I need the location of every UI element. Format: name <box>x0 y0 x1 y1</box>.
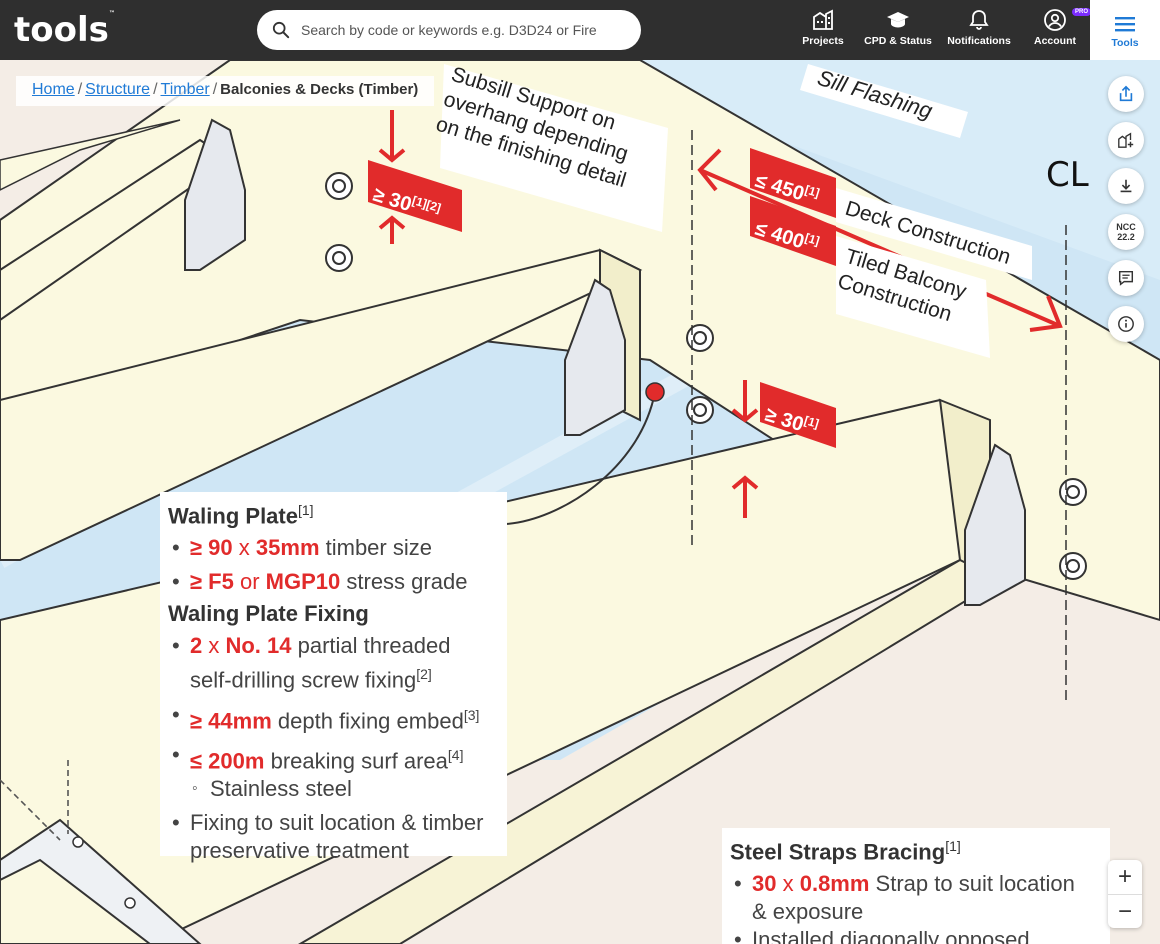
search-input[interactable] <box>301 18 621 42</box>
fixing-surf-item: ≤ 200m breaking surf area[4] <box>168 741 499 775</box>
search-bar[interactable] <box>257 10 641 50</box>
download-button[interactable] <box>1108 168 1144 204</box>
info-button[interactable] <box>1108 306 1144 342</box>
breadcrumb-sep: / <box>212 81 218 98</box>
zoom-controls: + − <box>1108 860 1142 928</box>
centerline-symbol: CL <box>1046 155 1089 195</box>
top-bar: tools™ Projects CPD & Status Notificatio… <box>0 0 1160 60</box>
breadcrumb-sep: / <box>153 81 158 98</box>
compare-icon <box>1118 132 1134 148</box>
zoom-in-button[interactable]: + <box>1108 860 1142 894</box>
breadcrumb-timber[interactable]: Timber <box>161 81 210 98</box>
nav-projects[interactable]: Projects <box>800 8 846 52</box>
waling-plate-title: Waling Plate[1] <box>168 502 314 529</box>
share-icon <box>1119 85 1133 102</box>
waling-grade-item: ≥ F5 or MGP10 stress grade <box>168 568 499 596</box>
nav-cpd-status[interactable]: CPD & Status <box>864 8 932 52</box>
steel-straps-title: Steel Straps Bracing[1] <box>730 838 961 865</box>
nav-notifications-label: Notifications <box>947 35 1011 47</box>
tools-logo[interactable]: tools™ <box>14 10 115 50</box>
fixing-embed-item: ≥ 44mm depth fixing embed[3] <box>168 701 499 735</box>
waling-fixing-title: Waling Plate Fixing <box>168 601 369 627</box>
ncc-label: NCC <box>1116 222 1136 232</box>
comment-button[interactable] <box>1108 260 1144 296</box>
compare-button[interactable] <box>1108 122 1144 158</box>
tools-menu-button[interactable]: Tools <box>1090 0 1160 60</box>
graduation-cap-icon <box>887 12 909 28</box>
download-icon <box>1120 179 1132 193</box>
nav-projects-label: Projects <box>802 35 844 47</box>
breadcrumb-home[interactable]: Home <box>32 81 75 98</box>
projects-icon <box>813 9 833 30</box>
bell-icon <box>969 10 989 30</box>
ncc-version-button[interactable]: NCC 22.2 <box>1108 214 1144 250</box>
nav-cpd-label: CPD & Status <box>864 35 932 47</box>
zoom-out-button[interactable]: − <box>1108 894 1142 928</box>
fixing-stainless-item: Stainless steel <box>168 775 499 803</box>
breadcrumb-sep: / <box>77 81 83 98</box>
breadcrumb-current: Balconies & Decks (Timber) <box>220 81 419 98</box>
comment-icon <box>1118 270 1134 286</box>
fixing-treatment-item: Fixing to suit location & timberpreserva… <box>168 809 499 865</box>
info-icon <box>1118 316 1134 332</box>
hamburger-menu-icon <box>1115 17 1135 32</box>
account-icon <box>1044 9 1066 31</box>
nav-account-label: Account <box>1034 35 1076 47</box>
strap-size-item: 30 x 0.8mm Strap to suit location& expos… <box>730 870 1102 926</box>
steel-straps-callout: Steel Straps Bracing[1] 30 x 0.8mm Strap… <box>722 828 1110 944</box>
strap-install-item: Installed diagonally opposed <box>730 926 1102 944</box>
callout-marker <box>645 382 665 402</box>
waling-size-item: ≥ 90 x 35mm timber size <box>168 534 499 562</box>
search-icon <box>272 21 290 39</box>
waling-plate-callout: Waling Plate[1] ≥ 90 x 35mm timber size … <box>160 492 507 863</box>
share-button[interactable] <box>1108 76 1144 112</box>
pro-badge: PRO <box>1072 8 1092 16</box>
breadcrumb-structure[interactable]: Structure <box>85 81 150 98</box>
breadcrumb: Home / Structure / Timber / Balconies & Decks … <box>16 76 435 106</box>
fixing-screw-item: 2 x No. 14 partial threadedself-drilling… <box>168 632 499 694</box>
nav-notifications[interactable]: Notifications <box>946 8 1012 52</box>
tools-label: Tools <box>1111 37 1139 49</box>
nav-account[interactable]: PRO Account <box>1032 8 1092 52</box>
ncc-version: 22.2 <box>1117 232 1135 242</box>
